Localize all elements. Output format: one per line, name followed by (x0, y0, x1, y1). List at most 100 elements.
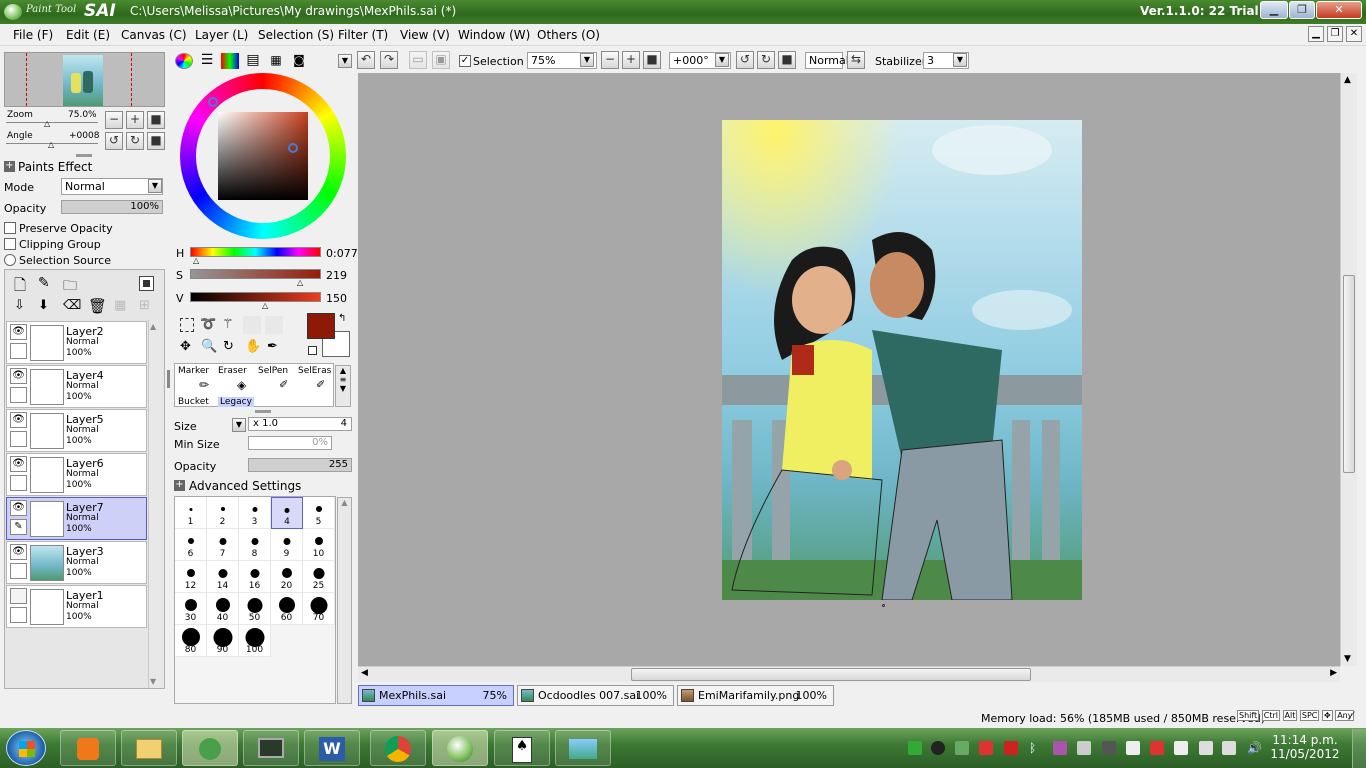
tool-bucket[interactable]: Bucket (178, 397, 209, 407)
tray-app-icon[interactable] (1053, 741, 1067, 755)
hsv-slider-tab-icon[interactable] (221, 53, 239, 69)
navigator-preview[interactable] (4, 52, 165, 107)
brush-size-cell[interactable]: 20 (271, 561, 303, 593)
brush-size-cell[interactable]: 50 (239, 593, 271, 625)
nav-rotate-reset-icon[interactable]: ■ (147, 132, 165, 150)
brush-size-cell[interactable]: 60 (271, 593, 303, 625)
pen-icon[interactable]: ✎ (10, 519, 27, 535)
zoom-dropdown-icon[interactable]: ▼ (580, 53, 594, 67)
layer-lock-box[interactable] (10, 607, 27, 623)
min-size-slider[interactable]: 0% (248, 436, 332, 450)
layer-row[interactable]: 👁 Layer2 Normal 100% (6, 321, 147, 364)
layer-scrollbar[interactable]: ▲ ▼ (148, 320, 162, 688)
eye-icon[interactable]: 👁 (10, 368, 27, 384)
solitaire-icon[interactable]: ♠ (494, 730, 550, 766)
layer-lock-box[interactable] (10, 563, 27, 579)
layer-opacity-slider[interactable]: 100% (61, 200, 163, 214)
signal-icon[interactable] (1222, 741, 1236, 755)
vertical-scrollbar[interactable]: ▲ ▼ (1340, 73, 1357, 666)
clock[interactable]: 11:14 p.m. 11/05/2012 (1270, 733, 1340, 761)
value-slider[interactable] (190, 292, 321, 302)
clear-layer-icon[interactable]: ⌫ (63, 298, 81, 313)
brush-size-cell[interactable]: 14 (207, 561, 239, 593)
nav-zoom-in-icon[interactable]: + (126, 111, 144, 129)
hue-slider-thumb[interactable]: △ (193, 256, 199, 265)
mdi-restore-button[interactable]: ❐ (1327, 26, 1343, 42)
add-mask-icon[interactable]: ⊞ (139, 298, 150, 313)
volume-icon[interactable]: 🔊 (1247, 741, 1262, 755)
tool-eraser[interactable]: Eraser (218, 366, 247, 376)
swap-colors-icon[interactable]: ↰ (338, 313, 346, 324)
selection-checkbox[interactable]: ✓ (459, 55, 471, 67)
stabilizer-dropdown-icon[interactable]: ▼ (953, 53, 967, 67)
menu-canvas[interactable]: Canvas (C) (121, 28, 187, 42)
tray-antivirus-icon[interactable] (979, 741, 993, 755)
maximize-button[interactable]: ❐ (1289, 1, 1315, 19)
document-tab[interactable]: Ocdoodles 007.sai 100% (517, 685, 674, 706)
merge-down-icon[interactable]: ⬇ (38, 298, 49, 313)
eye-icon[interactable]: 👁 (10, 456, 27, 472)
saturation-value-square[interactable] (218, 112, 308, 200)
new-linework-layer-icon[interactable]: ✎ (38, 275, 50, 291)
mode-dropdown-icon[interactable]: ▼ (148, 179, 162, 193)
mdi-minimize-button[interactable]: ▁ (1308, 26, 1324, 42)
brush-size-cell[interactable]: 8 (239, 529, 271, 561)
brush-size-cell[interactable]: 30 (175, 593, 207, 625)
menu-filter[interactable]: Filter (T) (338, 28, 388, 42)
brush-size-cell[interactable]: 90 (207, 625, 239, 657)
angle-dropdown-icon[interactable]: ▼ (715, 53, 729, 67)
clipping-group-checkbox[interactable] (4, 238, 16, 250)
menu-file[interactable]: File (F) (13, 28, 53, 42)
layer-lock-box[interactable] (10, 387, 27, 403)
tray-app-icon[interactable] (908, 741, 922, 755)
network-icon[interactable] (1199, 741, 1213, 755)
menu-selection[interactable]: Selection (S) (258, 28, 334, 42)
brush-size-cell[interactable]: 12 (175, 561, 207, 593)
brush-size-cell[interactable]: 70 (303, 593, 335, 625)
tool-selpen[interactable]: SelPen (258, 366, 288, 376)
people-app-icon[interactable] (182, 730, 238, 766)
painttool-sai-taskbar-icon[interactable] (432, 730, 488, 766)
eye-icon[interactable]: 👁 (10, 544, 27, 560)
move-icon[interactable]: ✥ (180, 339, 191, 354)
brush-size-cell[interactable]: 40 (207, 593, 239, 625)
system-monitor-icon[interactable] (243, 730, 299, 766)
lasso-icon[interactable]: ➰ (200, 317, 216, 332)
flag-icon[interactable] (1174, 741, 1188, 755)
value-slider-thumb[interactable]: △ (262, 301, 268, 310)
chrome-icon[interactable] (370, 730, 426, 766)
brush-size-cell[interactable]: 2 (207, 497, 239, 529)
photo-viewer-icon[interactable] (555, 730, 611, 766)
layer-row[interactable]: 👁 Layer3 Normal 100% (6, 541, 147, 584)
panel-splitter[interactable] (167, 370, 170, 388)
show-desktop-button[interactable] (1352, 729, 1366, 768)
layer-lock-box[interactable] (10, 431, 27, 447)
document-tab-active[interactable]: MexPhils.sai 75% (358, 685, 514, 706)
eyedropper-icon[interactable]: ✒ (267, 339, 278, 354)
zoom-slider-thumb[interactable]: △ (44, 119, 50, 128)
merge-selected-icon[interactable]: ▦ (114, 298, 126, 313)
media-player-icon[interactable] (60, 730, 116, 766)
brush-size-cell[interactable]: 16 (239, 561, 271, 593)
zoom-tool-icon[interactable]: 🔍 (201, 339, 217, 354)
new-layer-icon[interactable]: 🗋 (14, 275, 26, 300)
brush-grid-scrollbar[interactable]: ▲ (337, 497, 352, 704)
layer-row[interactable]: 👁 Layer4 Normal 100% (6, 365, 147, 408)
flip-icon[interactable]: ⇆ (847, 51, 865, 69)
size-slider[interactable]: x 1.0 4 (248, 417, 352, 431)
rotate-tool-icon[interactable]: ↻ (223, 339, 234, 354)
panel-splitter[interactable] (76, 154, 92, 157)
toolbar-dropdown-icon[interactable]: ▼ (338, 54, 352, 68)
word-icon[interactable]: W (304, 730, 360, 766)
magic-wand-icon[interactable]: ⚚ (222, 317, 234, 332)
brush-size-cell[interactable]: 9 (271, 529, 303, 561)
close-button[interactable]: ✕ (1316, 1, 1362, 19)
color-wheel-tab-icon[interactable] (175, 53, 193, 69)
nav-zoom-out-icon[interactable]: − (105, 111, 123, 129)
menu-view[interactable]: View (V) (400, 28, 450, 42)
tool-legacy[interactable]: Legacy (218, 397, 254, 407)
tray-app-icon[interactable] (1102, 741, 1116, 755)
layer-row[interactable]: 👁 Layer5 Normal 100% (6, 409, 147, 452)
artwork-canvas[interactable] (722, 120, 1082, 600)
brush-size-cell[interactable]: 25 (303, 561, 335, 593)
